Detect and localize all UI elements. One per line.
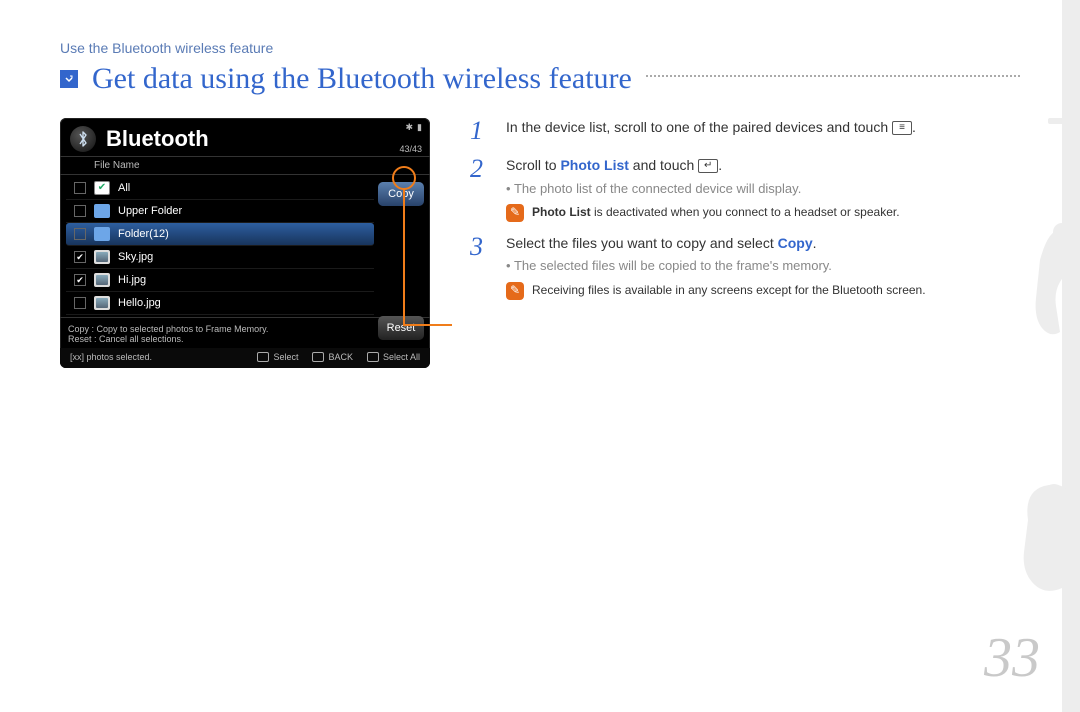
step-number: 3 — [470, 234, 492, 300]
screenshot-title: Bluetooth — [106, 126, 209, 152]
reset-button[interactable]: Reset — [378, 316, 424, 340]
note-icon — [506, 204, 524, 222]
step-2-note: Photo List is deactivated when you conne… — [506, 204, 900, 222]
checkbox[interactable] — [74, 228, 86, 240]
copy-label: Copy — [778, 235, 813, 251]
step-2: 2 Scroll to Photo List and touch ↵. The … — [470, 156, 1020, 222]
folder-icon — [94, 204, 110, 218]
table-row[interactable]: ✔ Sky.jpg — [66, 246, 374, 269]
enter-button-icon: ↵ — [698, 159, 718, 173]
breadcrumb: Use the Bluetooth wireless feature — [60, 40, 1020, 56]
step-1: 1 In the device list, scroll to one of t… — [470, 118, 1020, 144]
title-dotted-rule — [646, 75, 1020, 77]
photo-list-label: Photo List — [560, 157, 628, 173]
bt-status-icon: ✱ — [406, 122, 414, 133]
footer-reset-text: Reset : Cancel all selections. — [68, 334, 422, 344]
back-icon — [312, 352, 324, 362]
step-number: 1 — [470, 118, 492, 144]
tool-select[interactable]: Select — [257, 352, 298, 362]
step-3: 3 Select the files you want to copy and … — [470, 234, 1020, 300]
tool-back[interactable]: BACK — [312, 352, 353, 362]
menu-icon — [367, 352, 379, 362]
file-name: Sky.jpg — [118, 251, 153, 263]
checkbox[interactable]: ✔ — [74, 251, 86, 263]
folder-icon — [94, 227, 110, 241]
step-3-note: Receiving files is available in any scre… — [506, 282, 926, 300]
file-name: Hi.jpg — [118, 274, 146, 286]
column-header: File Name — [60, 157, 430, 175]
table-row[interactable]: ✔ All — [66, 177, 374, 200]
checkbox[interactable] — [74, 205, 86, 217]
table-row[interactable]: Upper Folder — [66, 200, 374, 223]
check-icon: ✔ — [94, 181, 110, 195]
checkbox[interactable] — [74, 297, 86, 309]
checkbox[interactable] — [74, 182, 86, 194]
title-row: Get data using the Bluetooth wireless fe… — [60, 62, 1020, 96]
screenshot-footer: Copy : Copy to selected photos to Frame … — [60, 317, 430, 348]
photo-icon — [94, 273, 110, 287]
step-3-text-pre: Select the files you want to copy and se… — [506, 235, 778, 251]
page-number: 33 — [984, 626, 1040, 690]
device-screenshot: Bluetooth ✱ ▮ 43/43 File Name ✔ All Upper … — [60, 118, 430, 368]
page-title: Get data using the Bluetooth wireless fe… — [92, 62, 632, 96]
expand-icon — [60, 70, 78, 88]
bluetooth-icon — [70, 126, 96, 152]
step-3-sub: The selected files will be copied to the… — [506, 257, 926, 275]
pager-count: 43/43 — [399, 144, 422, 154]
photo-icon — [94, 250, 110, 264]
table-row[interactable]: Hello.jpg — [66, 292, 374, 315]
file-name: Folder(12) — [118, 228, 169, 240]
file-name: Upper Folder — [118, 205, 182, 217]
tool-select-all[interactable]: Select All — [367, 352, 420, 362]
checkbox[interactable]: ✔ — [74, 274, 86, 286]
file-name: All — [118, 182, 130, 194]
step-1-text: In the device list, scroll to one of the… — [506, 119, 892, 135]
note-icon — [506, 282, 524, 300]
step-number: 2 — [470, 156, 492, 222]
table-row[interactable]: Folder(12) — [66, 223, 374, 246]
file-list: ✔ All Upper Folder Folder(12) ✔ Sky.jpg ✔ Hi.jp… — [60, 175, 430, 317]
battery-icon: ▮ — [417, 122, 422, 133]
copy-button[interactable]: Copy — [378, 182, 424, 206]
status-selected: [xx] photos selected. — [70, 352, 152, 362]
menu-button-icon: ≡ — [892, 121, 912, 135]
step-2-sub: The photo list of the connected device w… — [506, 180, 900, 198]
enter-icon — [257, 352, 269, 362]
footer-copy-text: Copy : Copy to selected photos to Frame … — [68, 324, 422, 334]
step-2-text-pre: Scroll to — [506, 157, 560, 173]
photo-icon — [94, 296, 110, 310]
steps-list: 1 In the device list, scroll to one of t… — [470, 118, 1020, 312]
file-name: Hello.jpg — [118, 297, 161, 309]
table-row[interactable]: ✔ Hi.jpg — [66, 269, 374, 292]
